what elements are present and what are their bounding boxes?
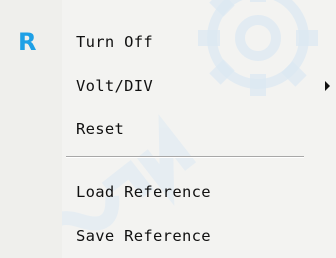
- r-badge-icon: R: [18, 28, 37, 56]
- menu-item-label: Reset: [76, 120, 125, 138]
- menu-item-label: Save Reference: [76, 227, 211, 245]
- menu-item-label: Turn Off: [76, 33, 154, 51]
- menu-separator: [66, 156, 304, 158]
- menu-item-reset[interactable]: Reset: [0, 107, 336, 151]
- menu-item-save-reference[interactable]: Save Reference: [0, 214, 336, 258]
- submenu-arrow-icon: [325, 81, 330, 91]
- menu-item-label: Volt/DIV: [76, 77, 154, 95]
- menu-item-label: Load Reference: [76, 183, 211, 201]
- menu-item-load-reference[interactable]: Load Reference: [0, 170, 336, 214]
- context-menu: R Turn Off Volt/DIV Reset Load Reference…: [0, 0, 336, 258]
- menu-item-turn-off[interactable]: R Turn Off: [0, 20, 336, 64]
- menu-item-volt-div[interactable]: Volt/DIV: [0, 64, 336, 108]
